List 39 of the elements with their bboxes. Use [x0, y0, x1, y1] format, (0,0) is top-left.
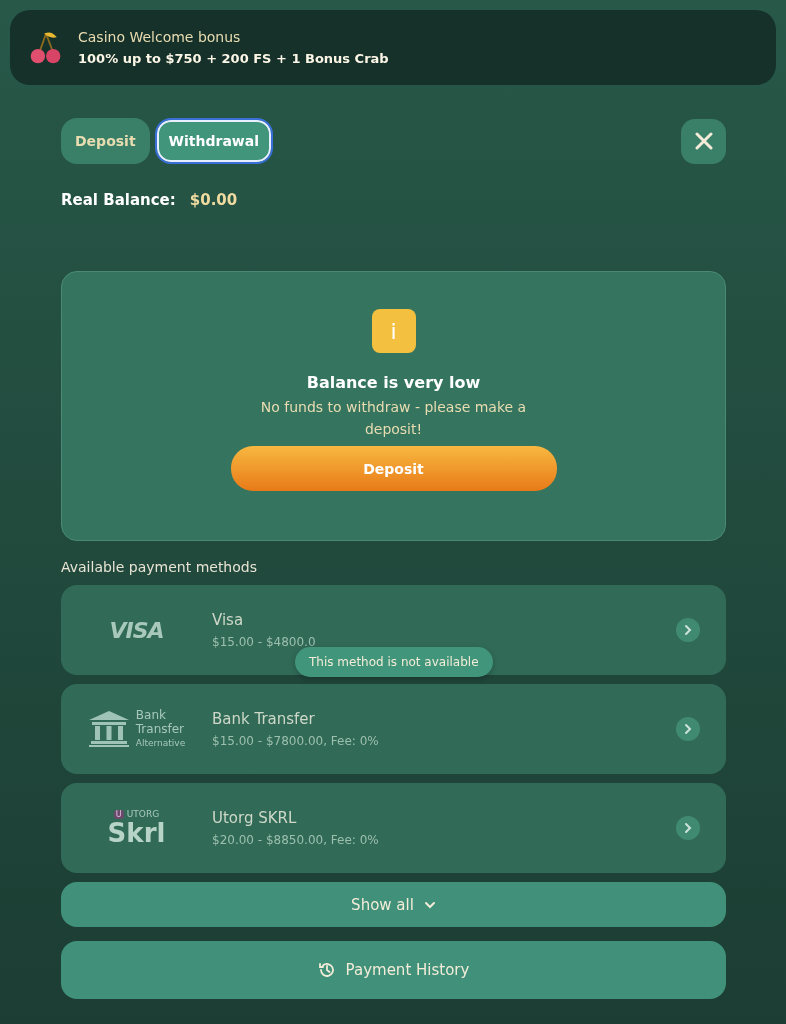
- notice-message: No funds to withdraw - please make a deposit!: [259, 398, 528, 439]
- payment-method[interactable]: VISA Visa $15.00 - $4800.0 This method is not available: [61, 585, 726, 675]
- logo-text: Alternative: [135, 737, 186, 750]
- payment-method[interactable]: U UTORG Skrl Utorg SKRL $20.00 - $8850.00, Fee: 0%: [61, 783, 726, 873]
- logo-text: Bank: [135, 708, 167, 722]
- tooltip: This method is not available: [295, 647, 493, 677]
- close-button[interactable]: [681, 118, 726, 164]
- method-name: Utorg SKRL: [212, 809, 298, 827]
- method-name: Visa: [212, 611, 245, 629]
- banner-title: Casino Welcome bonus: [78, 29, 242, 45]
- deposit-button[interactable]: Deposit: [230, 446, 557, 491]
- chevron-right-icon[interactable]: [676, 717, 700, 741]
- show-all-button[interactable]: Show all: [61, 882, 726, 927]
- skrl-logo: Skrl: [107, 819, 166, 847]
- bonus-banner[interactable]: Casino Welcome bonus 100% up to $750 + 200 FS + 1 Bonus Crab: [10, 10, 776, 85]
- balance-value: $0.00: [189, 191, 238, 209]
- tab[interactable]: Deposit: [61, 118, 150, 164]
- logo-text: Transfer: [135, 722, 186, 736]
- chevron-right-icon[interactable]: [676, 816, 700, 840]
- method-limits: $15.00 - $4800.0: [212, 635, 317, 649]
- method-limits: $15.00 - $7800.00, Fee: 0%: [212, 734, 380, 748]
- chevron-right-icon[interactable]: [676, 618, 700, 642]
- method-name: Bank Transfer: [212, 710, 316, 728]
- history-icon: [317, 961, 336, 979]
- logo-mark: U: [113, 809, 124, 819]
- banner-offer: 100% up to $750 + 200 FS + 1 Bonus Crab: [78, 51, 389, 66]
- bank-icon: [87, 711, 130, 747]
- payment-method[interactable]: Bank Transfer Alternative Bank Transfer $15.00 - $7800.00, Fee: 0%: [61, 684, 726, 774]
- notice-title: Balance is very low: [306, 373, 481, 392]
- chevron-down-icon: [423, 900, 436, 909]
- balance-label: Real Balance:: [61, 191, 176, 209]
- payment-history-button[interactable]: Payment History: [61, 941, 726, 999]
- info-icon: i: [371, 309, 416, 353]
- close-icon: [694, 132, 713, 150]
- logo-text: UTORG: [126, 809, 160, 819]
- section-heading: Available payment methods: [61, 559, 258, 575]
- method-limits: $20.00 - $8850.00, Fee: 0%: [212, 833, 380, 847]
- visa-logo: VISA: [109, 617, 164, 643]
- tab[interactable]: Withdrawal: [154, 118, 274, 164]
